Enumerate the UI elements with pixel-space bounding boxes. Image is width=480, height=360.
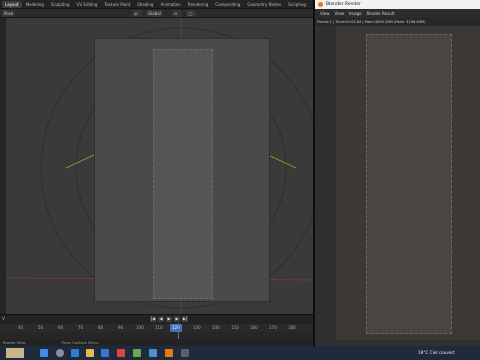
next-keyframe-icon[interactable]: ▶ [174,316,180,322]
tick-label: 100 [136,325,144,330]
render-figure-placeholder [366,34,452,334]
blender-main-window: Layout Modeling Sculpting UV Editing Tex… [0,0,313,347]
viewport-header: Pose Global ◎ ⊙ ◯ [0,9,313,18]
app-icon-2[interactable] [181,349,189,357]
task-view-icon[interactable] [56,349,64,357]
menu-view[interactable]: View [320,11,330,16]
timeline-menu[interactable]: V [2,316,5,321]
tab-uv-editing[interactable]: UV Editing [74,1,101,8]
character-model-placeholder [153,49,213,299]
tick-label: 180 [288,325,296,330]
chrome-icon[interactable] [117,349,125,357]
tab-animation[interactable]: Animation [157,1,183,8]
tab-shading[interactable]: Shading [134,1,156,8]
status-right-hint: Pose Context Menu [62,340,99,345]
play-icon[interactable]: ▶ [166,316,172,322]
current-frame-indicator[interactable]: 120 [170,324,182,332]
tick-label: 40 [18,325,24,330]
tick-label: 150 [231,325,239,330]
menu-image[interactable]: Image [349,11,362,16]
proportional-edit-icon[interactable]: ◯ [186,10,196,17]
tab-compositing[interactable]: Compositing [212,1,243,8]
workspace-tabs: Layout Modeling Sculpting UV Editing Tex… [0,0,313,9]
windows-taskbar: 19°C Ciel couvert [0,346,480,360]
tick-label: 50 [38,325,44,330]
tab-sculpting[interactable]: Sculpting [48,1,73,8]
file-explorer-icon[interactable] [86,349,94,357]
tick-label: 60 [58,325,64,330]
blender-taskbar-icon[interactable] [165,349,173,357]
tick-label: 80 [98,325,104,330]
tick-label: 70 [78,325,84,330]
app-icon[interactable] [133,349,141,357]
status-bar: Rotate View Pose Context Menu [0,339,313,346]
render-toolbar: View View Image Render Result [315,9,480,18]
frame-ruler[interactable]: 40 50 60 70 80 90 100 110 120 130 140 15… [0,324,313,332]
weather-widget[interactable]: 19°C Ciel couvert [418,346,455,360]
store-icon[interactable] [101,349,109,357]
blender-logo-icon [318,2,323,7]
tab-scripting[interactable]: Scripting [285,1,309,8]
render-window: Blender Render View View Image Render Re… [313,0,480,346]
tick-label: 160 [250,325,258,330]
render-result-image[interactable] [336,26,480,340]
tab-rendering[interactable]: Rendering [185,1,211,8]
tab-layout[interactable]: Layout [2,0,22,8]
jump-end-icon[interactable]: ▶| [182,316,188,322]
status-left-hint: Rotate View [3,340,26,345]
start-icon[interactable] [40,349,48,357]
render-result-selector[interactable]: Render Result [367,11,395,16]
playback-controls: |◀ ◀ ▶ ▶ ▶| [150,316,188,323]
snap-icon[interactable]: ⊙ [172,10,182,17]
mode-dropdown[interactable]: Pose [2,10,16,17]
pivot-icon[interactable]: ◎ [132,10,142,17]
prev-keyframe-icon[interactable]: ◀ [158,316,164,322]
tick-label: 110 [155,325,163,330]
tab-texture-paint[interactable]: Texture Paint [101,1,133,8]
tick-label: 90 [118,325,124,330]
desktop-thumbnail[interactable] [6,348,24,358]
transform-orientation-dropdown[interactable]: Global [146,10,163,17]
tick-label: 130 [193,325,201,330]
menu-view-2[interactable]: View [335,11,345,16]
render-window-titlebar[interactable]: Blender Render [315,0,480,9]
photos-icon[interactable] [149,349,157,357]
render-window-title: Blender Render [326,2,361,7]
camera-frame [94,38,270,302]
jump-start-icon[interactable]: |◀ [150,316,156,322]
tab-geometry-nodes[interactable]: Geometry Nodes [244,1,284,8]
edge-icon[interactable] [71,349,79,357]
tab-modeling[interactable]: Modeling [23,1,47,8]
3d-viewport[interactable] [6,18,313,314]
tick-label: 170 [269,325,277,330]
render-status: Frame:1 | Time:00:03.84 | Mem:3093.28M (… [315,18,480,26]
tick-label: 140 [212,325,220,330]
